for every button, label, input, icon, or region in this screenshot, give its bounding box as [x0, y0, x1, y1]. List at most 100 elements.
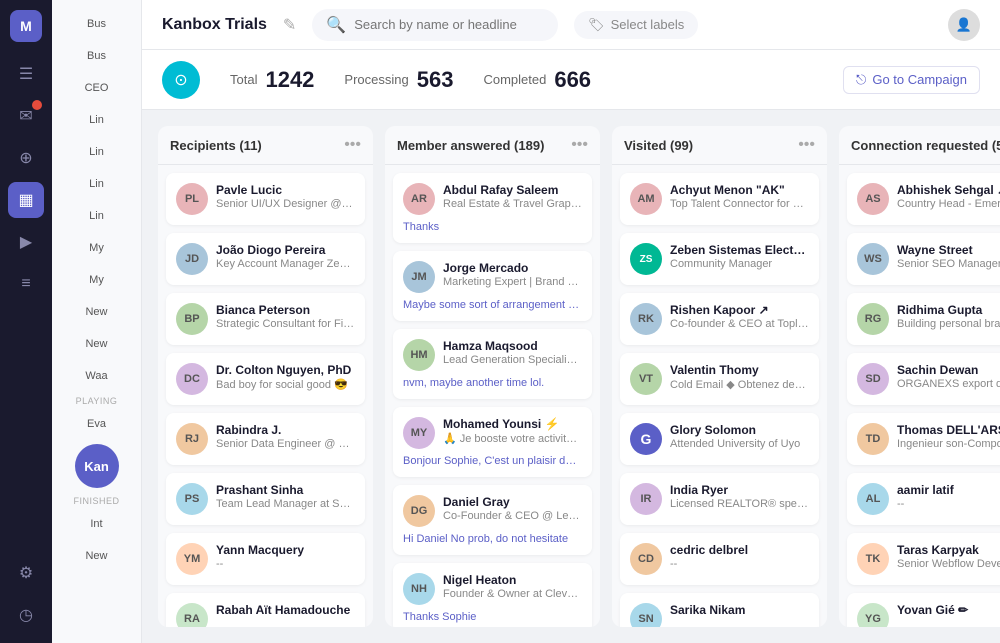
campaign-item-lin2[interactable]: Lin — [56, 138, 137, 166]
card-message: nvm, maybe another time lol. — [403, 377, 582, 389]
card-person: JD João Diogo Pereira Key Account Manage… — [176, 243, 355, 275]
card-title: Senior Webflow Developer & Web De... — [897, 558, 1000, 570]
kanban-card[interactable]: YG Yovan Gié ✏ — [847, 593, 1000, 627]
card-avatar: AM — [630, 183, 662, 215]
col-menu-visited[interactable]: ••• — [798, 136, 815, 154]
kanban-card[interactable]: PS Prashant Sinha Team Lead Manager at S… — [166, 473, 365, 525]
kanban-card[interactable]: TK Taras Karpyak Senior Webflow Develope… — [847, 533, 1000, 585]
campaign-item-lin4[interactable]: Lin — [56, 202, 137, 230]
campaign-item-my2[interactable]: My — [56, 266, 137, 294]
list-icon[interactable]: ≡ — [8, 266, 44, 302]
kanban-card[interactable]: YM Yann Macquery -- — [166, 533, 365, 585]
campaign-item-lin1[interactable]: Lin — [56, 106, 137, 134]
kanban-cards-member-answered: AR Abdul Rafay Saleem Real Estate & Trav… — [385, 165, 600, 627]
kanban-card[interactable]: HM Hamza Maqsood Lead Generation Special… — [393, 329, 592, 399]
kanban-card[interactable]: RA Rabah Aït Hamadouche — [166, 593, 365, 627]
kanban-card[interactable]: PL Pavle Lucic Senior UI/UX Designer @ T… — [166, 173, 365, 225]
card-info: Bianca Peterson Strategic Consultant for… — [216, 303, 355, 330]
kanban-card[interactable]: ZS Zeben Sistemas Electrón... Community … — [620, 233, 819, 285]
go-to-campaign-button[interactable]: ⎋ Go to Campaign — [843, 66, 980, 94]
campaign-item-int[interactable]: Int — [56, 510, 137, 538]
kanban-card[interactable]: IR India Ryer Licensed REALTOR® speciali… — [620, 473, 819, 525]
settings-icon[interactable]: ⚙ — [8, 555, 44, 591]
globe-icon[interactable]: ⊕ — [8, 140, 44, 176]
card-info: Taras Karpyak Senior Webflow Developer &… — [897, 543, 1000, 570]
card-avatar: AS — [857, 183, 889, 215]
app-logo[interactable]: M — [10, 10, 42, 42]
kanban-card[interactable]: RG Ridhima Gupta Building personal brand… — [847, 293, 1000, 345]
card-info: Yann Macquery -- — [216, 543, 355, 570]
inbox-icon[interactable]: ✉ — [8, 98, 44, 134]
card-avatar: HM — [403, 339, 435, 371]
card-name: Yann Macquery — [216, 543, 355, 557]
video-icon[interactable]: ▶ — [8, 224, 44, 260]
card-name: Prashant Sinha — [216, 483, 355, 497]
labels-selector[interactable]: 🏷 Select labels — [574, 11, 698, 39]
kanban-card[interactable]: RJ Rabindra J. Senior Data Engineer @ Wi… — [166, 413, 365, 465]
card-avatar: MY — [403, 417, 435, 449]
campaign-item-new2[interactable]: New — [56, 330, 137, 358]
campaign-item-ceo[interactable]: CEO — [56, 74, 137, 102]
kanban-card[interactable]: DG Daniel Gray Co-Founder & CEO @ Lerno … — [393, 485, 592, 555]
campaign-item-kan[interactable]: Kan — [75, 444, 119, 488]
col-menu-member-answered[interactable]: ••• — [571, 136, 588, 154]
clock-icon[interactable]: ◷ — [8, 597, 44, 633]
kanban-card[interactable]: AR Abdul Rafay Saleem Real Estate & Trav… — [393, 173, 592, 243]
kanban-card[interactable]: WS Wayne Street Senior SEO Manager — [847, 233, 1000, 285]
kanban-card[interactable]: CD cedric delbrel -- — [620, 533, 819, 585]
menu-icon[interactable]: ☰ — [8, 56, 44, 92]
edit-icon[interactable]: ✎ — [283, 15, 296, 35]
kanban-card[interactable]: JD João Diogo Pereira Key Account Manage… — [166, 233, 365, 285]
kanban-card[interactable]: G Glory Solomon Attended University of U… — [620, 413, 819, 465]
card-info: India Ryer Licensed REALTOR® specializin… — [670, 483, 809, 510]
card-name: Taras Karpyak — [897, 543, 1000, 557]
kanban-card[interactable]: DC Dr. Colton Nguyen, PhD Bad boy for so… — [166, 353, 365, 405]
kanban-card[interactable]: AM Achyut Menon "AK" Top Talent Connecto… — [620, 173, 819, 225]
campaign-link-icon: ⎋ — [856, 72, 866, 88]
campaign-item-new3[interactable]: New — [56, 542, 137, 570]
search-input[interactable] — [354, 17, 544, 32]
kanban-card[interactable]: TD Thomas DELL'ARSO Ingenieur son-Compos… — [847, 413, 1000, 465]
card-info: Abhishek Sehgal ↗ Country Head - Emergin… — [897, 183, 1000, 210]
card-title: Building personal brands that conver... — [897, 318, 1000, 330]
card-person: SN Sarika Nikam — [630, 603, 809, 627]
kanban-card[interactable]: NH Nigel Heaton Founder & Owner at Cleve… — [393, 563, 592, 627]
col-title-recipients: Recipients (11) — [170, 138, 262, 153]
campaign-item-bus1[interactable]: Bus — [56, 10, 137, 38]
card-person: RJ Rabindra J. Senior Data Engineer @ Wi… — [176, 423, 355, 455]
campaign-item-eva[interactable]: Eva — [56, 410, 137, 438]
kanban-icon[interactable]: ▦ — [8, 182, 44, 218]
kanban-card[interactable]: AS Abhishek Sehgal ↗ Country Head - Emer… — [847, 173, 1000, 225]
card-person: WS Wayne Street Senior SEO Manager — [857, 243, 1000, 275]
card-avatar: ZS — [630, 243, 662, 275]
card-title: Lead Generation Specialist @ ETech ... — [443, 354, 582, 366]
campaign-item-new1[interactable]: New — [56, 298, 137, 326]
campaign-item-waa[interactable]: Waa — [56, 362, 137, 390]
kanban-card[interactable]: AL aamir latif -- — [847, 473, 1000, 525]
kanban-card[interactable]: MY Mohamed Younsi ⚡ 🙏 Je booste votre ac… — [393, 407, 592, 477]
search-box[interactable]: 🔍 — [312, 9, 558, 41]
card-avatar: AR — [403, 183, 435, 215]
kanban-col-connection-requested: Connection requested (507) ••• AS Abhish… — [839, 126, 1000, 627]
kanban-card[interactable]: JM Jorge Mercado Marketing Expert | Bran… — [393, 251, 592, 321]
kanban-col-member-answered: Member answered (189) ••• AR Abdul Rafay… — [385, 126, 600, 627]
kanban-card[interactable]: VT Valentin Thomy Cold Email ◆ Obtenez d… — [620, 353, 819, 405]
card-name: João Diogo Pereira — [216, 243, 355, 257]
kanban-card[interactable]: BP Bianca Peterson Strategic Consultant … — [166, 293, 365, 345]
kanban-card[interactable]: SD Sachin Dewan ORGANEXS export div. S.S… — [847, 353, 1000, 405]
kanban-card[interactable]: SN Sarika Nikam — [620, 593, 819, 627]
card-info: Rishen Kapoor ↗ Co-founder & CEO at Topl… — [670, 303, 809, 330]
card-info: Rabah Aït Hamadouche — [216, 603, 355, 618]
campaign-item-my1[interactable]: My — [56, 234, 137, 262]
card-info: João Diogo Pereira Key Account Manager Z… — [216, 243, 355, 270]
card-info: Dr. Colton Nguyen, PhD Bad boy for socia… — [216, 363, 355, 391]
card-person: TD Thomas DELL'ARSO Ingenieur son-Compos… — [857, 423, 1000, 455]
campaign-item-lin3[interactable]: Lin — [56, 170, 137, 198]
col-menu-recipients[interactable]: ••• — [344, 136, 361, 154]
kanban-cards-recipients: PL Pavle Lucic Senior UI/UX Designer @ T… — [158, 165, 373, 627]
card-info: Sarika Nikam — [670, 603, 809, 618]
campaign-item-bus2[interactable]: Bus — [56, 42, 137, 70]
user-avatar[interactable]: 👤 — [948, 9, 980, 41]
card-name: Nigel Heaton — [443, 573, 582, 587]
kanban-card[interactable]: RK Rishen Kapoor ↗ Co-founder & CEO at T… — [620, 293, 819, 345]
